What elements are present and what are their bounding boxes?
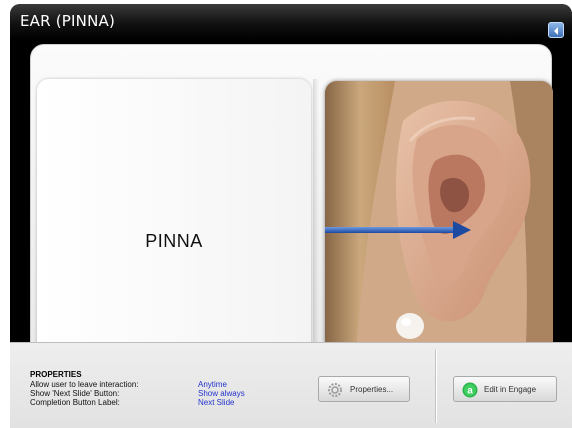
property-value: Next Slide [198, 398, 235, 407]
label-panel: PINNA [37, 79, 311, 365]
slide-content: PINNA [30, 44, 553, 365]
engage-logo-icon: a [462, 382, 478, 398]
edit-in-engage-button[interactable]: a Edit in Engage [453, 376, 557, 402]
svg-text:a: a [467, 386, 473, 397]
edit-in-engage-label: Edit in Engage [484, 385, 537, 394]
property-key: Completion Button Label: [30, 398, 120, 407]
properties-heading: PROPERTIES [30, 370, 82, 379]
properties-bar: PROPERTIES Allow user to leave interacti… [10, 342, 572, 428]
ear-photo [325, 81, 553, 365]
property-key: Show 'Next Slide' Button: [30, 389, 120, 398]
pinna-label: PINNA [145, 231, 203, 251]
gear-icon [328, 383, 342, 397]
property-value: Anytime [198, 380, 227, 389]
toolbar-divider [435, 349, 436, 423]
property-value: Show always [198, 389, 245, 398]
slide-title: EAR (PINNA) [20, 12, 116, 30]
panel-divider [313, 79, 319, 365]
property-key: Allow user to leave interaction: [30, 380, 139, 389]
title-bar: EAR (PINNA) [10, 4, 572, 40]
next-slide-button[interactable] [548, 22, 564, 38]
ear-photo-frame [325, 81, 553, 365]
next-slide-icon [554, 27, 558, 35]
properties-button-label: Properties... [350, 385, 394, 394]
properties-button[interactable]: Properties... [318, 376, 410, 402]
